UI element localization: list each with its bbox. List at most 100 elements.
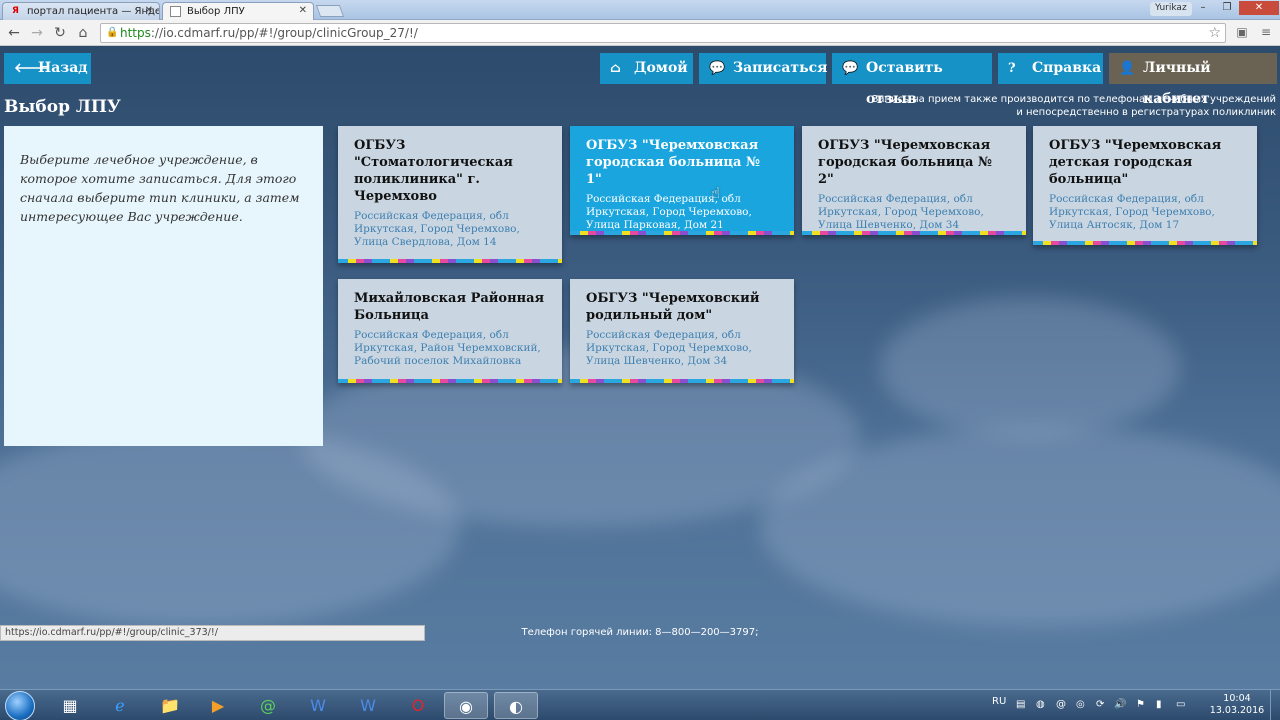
phone-notice: Запись на прием также производится по те… [856,93,1276,119]
opera-icon[interactable]: O [396,692,440,719]
notice-line: и непосредственно в регистратурах поликл… [1016,107,1276,118]
cloud-decoration [880,297,1180,437]
clinic-title: Михайловская Районная Больница [354,291,545,323]
tray-agent-icon[interactable]: @ [1056,699,1066,710]
clinic-title: ОБГУЗ "Черемховский родильный дом" [586,291,760,323]
clinic-address: Российская Федерация, обл Иркутская, Гор… [818,193,984,231]
browser-toolbar: ← → ↻ ⌂ 🔒 https://io.cdmarf.ru/pp/#!/gro… [0,20,1280,46]
volume-icon[interactable]: 🔊 [1114,699,1126,710]
browser-tab-active[interactable]: Выбор ЛПУ ✕ [162,2,314,20]
forward-arrow-icon[interactable]: → [28,24,46,42]
hand-cursor-icon: ☝ [711,184,721,202]
menu-icon[interactable]: ≡ [1258,25,1274,41]
question-icon: ? [1008,61,1016,76]
tab-title: портал пациента — Янде [27,6,160,17]
help-button[interactable]: ? Справка [998,53,1103,84]
cabinet-button[interactable]: 👤 Личный кабинет [1109,53,1277,107]
tab-title: Выбор ЛПУ [187,6,245,17]
clock-time: 10:04 [1223,693,1251,704]
clock-date: 13.03.2016 [1209,705,1265,716]
tray-folder-icon[interactable]: ▤ [1016,699,1025,710]
tray-sync-icon[interactable]: ⟳ [1096,699,1104,710]
intro-panel: Выберите лечебное учреждение, в которое … [4,126,323,446]
folder-icon[interactable]: 📁 [148,692,192,719]
clinic-address: Российская Федерация, обл Иркутская, Гор… [586,193,752,231]
page-icon [170,6,181,17]
notice-line: Запись на прием также производится по те… [872,94,1276,105]
profile-badge[interactable]: Yurikaz [1150,2,1192,16]
clinic-card-hospital-2[interactable]: ОГБУЗ "Черемховская городская больница №… [802,126,1026,235]
reload-icon[interactable]: ↻ [51,24,69,42]
chat-bubble-icon: 💬 [842,61,859,76]
clinic-address: Российская Федерация, обл Иркутская, Гор… [1049,193,1215,231]
yandex-icon: Я [12,6,19,16]
address-bar[interactable]: 🔒 https://io.cdmarf.ru/pp/#!/group/clini… [100,23,1226,43]
signup-label: Записаться [733,60,828,76]
clinic-card-children-hospital[interactable]: ОГБУЗ "Черемховская детская городская бо… [1033,126,1257,245]
extension-icon[interactable]: ▣ [1234,25,1250,41]
clinic-address: Российская Федерация, обл Иркутская, Гор… [354,210,520,248]
clinic-card-maternity[interactable]: ОБГУЗ "Черемховский родильный дом" Росси… [570,279,794,383]
card-stripe [570,231,794,235]
user-icon: 👤 [1119,61,1136,76]
browser-tab-yandex[interactable]: Я портал пациента — Янде ✕ [2,2,160,20]
signup-button[interactable]: 💬 Записаться [699,53,828,84]
back-arrow-icon[interactable]: ← [5,24,23,42]
calculator-icon[interactable]: ▦ [48,692,92,719]
help-label: Справка [1032,60,1102,76]
maximize-icon[interactable]: ❐ [1215,1,1239,15]
system-clock[interactable]: 10:04 13.03.2016 [1209,693,1265,717]
clinic-card-mikhailovka[interactable]: Михайловская Районная Больница Российска… [338,279,562,383]
close-tab-icon[interactable]: ✕ [145,5,153,16]
obs-icon[interactable]: ◐ [494,692,538,719]
card-stripe [1033,241,1257,245]
lock-icon: 🔒 [106,27,119,38]
card-stripe [338,379,562,383]
clinic-title: ОГБУЗ "Черемховская городская больница №… [818,138,993,187]
internet-explorer-icon[interactable]: ℯ [98,692,142,719]
card-stripe [570,379,794,383]
language-indicator[interactable]: RU [992,696,1006,707]
clinic-address: Российская Федерация, обл Иркутская, Гор… [586,329,752,367]
tray-monitor-icon[interactable]: ▭ [1176,699,1185,710]
clinic-title: ОГБУЗ "Стоматологическая поликлиника" г.… [354,138,513,204]
clinic-card-hospital-1[interactable]: ОГБУЗ "Черемховская городская больница №… [570,126,794,235]
home-button[interactable]: ⌂ Домой [600,53,693,84]
feedback-button[interactable]: 💬 Оставить отзыв [832,53,992,107]
new-tab-button[interactable] [315,5,345,17]
taskbar: ▦ ℯ 📁 ▶ @ W W O ◉ ◐ RU ▤ ◍ @ ◎ ⟳ 🔊 ⚑ ▮ ▭… [0,689,1280,720]
hotline-text: Телефон горячей линии: 8—800—200—3797; [521,627,759,638]
home-icon: ⌂ [610,61,621,76]
show-desktop-button[interactable] [1270,690,1280,720]
word-document-icon[interactable]: W [296,692,340,719]
home-icon[interactable]: ⌂ [74,24,92,42]
start-button[interactable] [5,691,35,720]
word-icon[interactable]: W [346,692,390,719]
tray-flag-icon[interactable]: ⚑ [1136,699,1145,710]
page-body: 🡐 Назад ⌂ Домой 💬 Записаться 💬 Оставить … [0,47,1280,672]
chat-bubble-icon: 💬 [709,61,726,76]
card-stripe [802,231,1026,235]
minimize-icon[interactable]: – [1191,1,1215,15]
clinic-title: ОГБУЗ "Черемховская детская городская бо… [1049,138,1222,187]
chrome-icon[interactable]: ◉ [444,692,488,719]
url-text: https://io.cdmarf.ru/pp/#!/group/clinicG… [120,26,418,40]
tray-network-icon[interactable]: ◍ [1036,699,1045,710]
arrow-left-icon: 🡐 [14,61,49,76]
mail-agent-icon[interactable]: @ [246,692,290,719]
close-tab-icon[interactable]: ✕ [299,5,307,16]
home-label: Домой [634,60,688,76]
window-close-icon[interactable]: ✕ [1239,1,1279,15]
page-title: Выбор ЛПУ [4,97,121,117]
tray-signal-icon[interactable]: ▮ [1156,699,1162,710]
bookmark-star-icon[interactable]: ☆ [1208,25,1221,41]
tray-app-icon[interactable]: ◎ [1076,699,1085,710]
clinic-title: ОГБУЗ "Черемховская городская больница №… [586,138,761,187]
clinic-card-stomatology[interactable]: ОГБУЗ "Стоматологическая поликлиника" г.… [338,126,562,263]
back-button[interactable]: 🡐 Назад [4,53,91,84]
media-player-icon[interactable]: ▶ [196,692,240,719]
card-stripe [338,259,562,263]
cloud-decoration [760,427,1280,627]
clinic-address: Российская Федерация, обл Иркутская, Рай… [354,329,541,367]
browser-tab-strip: Я портал пациента — Янде ✕ Выбор ЛПУ ✕ Y… [0,0,1280,20]
